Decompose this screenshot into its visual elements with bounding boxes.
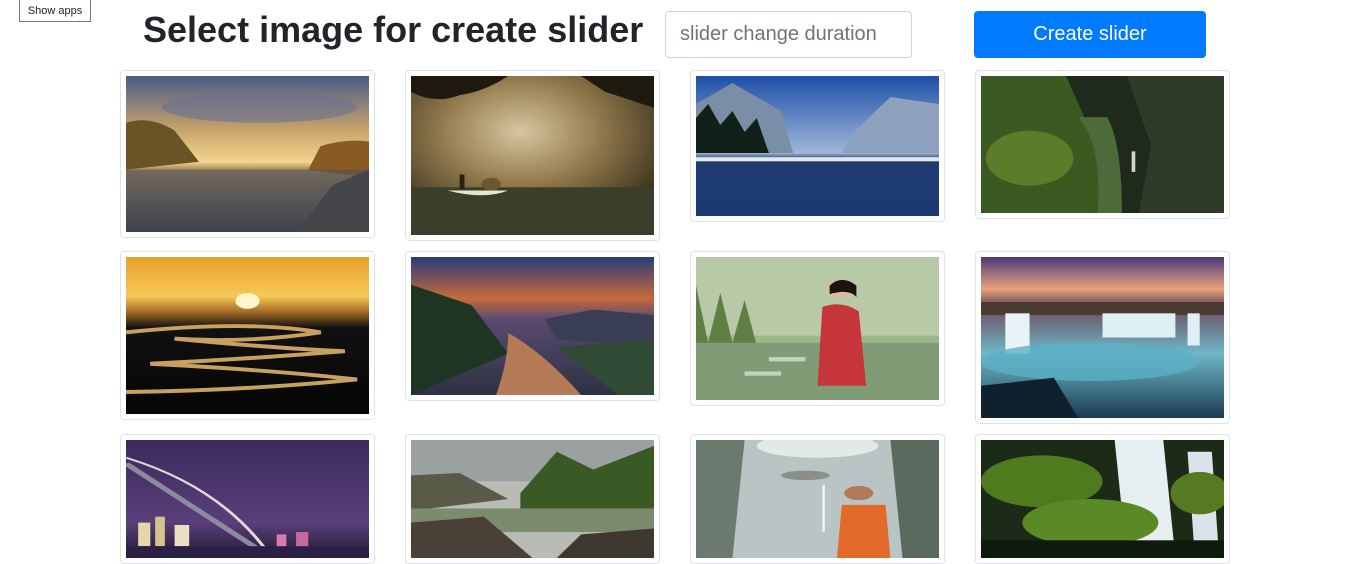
page-title: Select image for create slider xyxy=(143,9,644,50)
gallery-image-8[interactable] xyxy=(975,251,1230,424)
mountain-lake-image xyxy=(696,76,939,216)
gallery-image-2[interactable] xyxy=(405,70,660,241)
boatman-fog-image xyxy=(411,76,654,235)
mountain-river-dusk-image xyxy=(411,257,654,395)
gallery-image-12[interactable] xyxy=(975,434,1230,564)
gallery-image-1[interactable] xyxy=(120,70,375,238)
woman-red-pond-image xyxy=(696,257,939,400)
slider-duration-input[interactable] xyxy=(665,11,912,58)
show-apps-button[interactable]: Show apps xyxy=(19,0,91,22)
green-canyon-image xyxy=(981,76,1224,213)
sunset-river-image xyxy=(126,257,369,414)
gallery-image-7[interactable] xyxy=(690,251,945,406)
gallery-image-9[interactable] xyxy=(120,434,375,564)
mossy-waterfall-image xyxy=(981,440,1224,558)
gallery-image-5[interactable] xyxy=(120,251,375,420)
rocky-river-forest-image xyxy=(411,440,654,558)
city-bridge-image xyxy=(126,440,369,558)
gallery-image-3[interactable] xyxy=(690,70,945,222)
gallery-image-6[interactable] xyxy=(405,251,660,401)
turquoise-waterfall-image xyxy=(981,257,1224,418)
gallery-image-11[interactable] xyxy=(690,434,945,564)
child-pouring-water-image xyxy=(696,440,939,558)
gallery-image-10[interactable] xyxy=(405,434,660,564)
sunset-lake-image xyxy=(126,76,369,232)
create-slider-button[interactable]: Create slider xyxy=(974,11,1206,58)
gallery-image-4[interactable] xyxy=(975,70,1230,219)
